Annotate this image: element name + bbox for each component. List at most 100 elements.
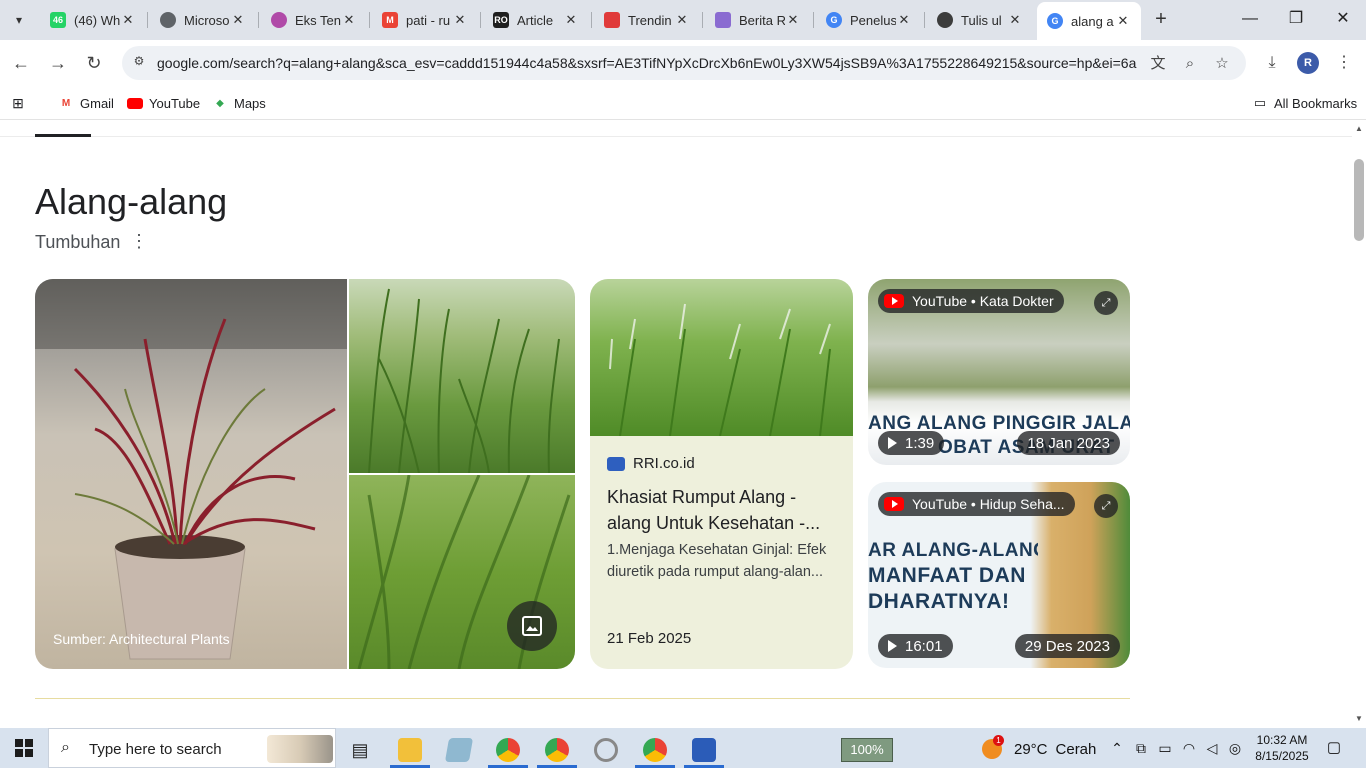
bookmark-maps[interactable]: ◆ Maps xyxy=(212,93,266,113)
file-explorer-icon[interactable] xyxy=(390,732,430,768)
menu-kebab-icon[interactable]: ⋮ xyxy=(1333,52,1355,74)
apps-icon[interactable]: ⊞ xyxy=(10,93,32,113)
tab-article[interactable]: RO Article ✕ xyxy=(483,4,589,36)
back-icon[interactable]: ← xyxy=(8,50,34,76)
tab-tulis[interactable]: Tulis ul ✕ xyxy=(927,4,1033,36)
search-placeholder: Type here to search xyxy=(89,741,222,758)
all-bookmarks[interactable]: ▭ All Bookmarks xyxy=(1252,93,1357,113)
zoom-icon[interactable]: ⌕ xyxy=(1180,54,1200,74)
start-button[interactable] xyxy=(0,728,48,768)
volume-icon[interactable]: ◁ xyxy=(1203,738,1221,758)
app-icon[interactable] xyxy=(586,732,626,768)
tab-eks-ten[interactable]: Eks Ten ✕ xyxy=(261,4,367,36)
chrome-icon[interactable] xyxy=(488,732,528,768)
close-tab-icon[interactable]: ✕ xyxy=(230,12,246,28)
tab-alang-alang-active[interactable]: G alang a ✕ xyxy=(1037,2,1141,40)
app-icon[interactable] xyxy=(439,732,479,768)
translate-icon[interactable]: 文 xyxy=(1148,54,1168,74)
plant-pot-image[interactable] xyxy=(35,279,347,669)
tab-separator xyxy=(924,12,925,28)
bookmark-gmail[interactable]: M Gmail xyxy=(58,93,114,113)
wifi-icon[interactable]: ◠ xyxy=(1180,738,1198,758)
bookmark-star-icon[interactable]: ☆ xyxy=(1212,54,1232,74)
tab-gmail[interactable]: M pati - ru ✕ xyxy=(372,4,478,36)
divider xyxy=(35,698,1130,699)
close-window-icon[interactable]: ✕ xyxy=(1332,8,1354,30)
entity-type: Tumbuhan xyxy=(35,232,121,252)
ro-icon: RO xyxy=(493,12,509,28)
meet-now-icon[interactable]: ⧉ xyxy=(1132,738,1150,758)
system-icon[interactable]: ◎ xyxy=(1226,738,1244,758)
search-icon: ⌕ xyxy=(61,739,70,756)
image-gallery-icon[interactable] xyxy=(507,601,557,651)
url-text[interactable]: google.com/search?q=alang+alang&sca_esv=… xyxy=(157,55,1137,71)
more-options-icon[interactable]: ⋮ xyxy=(130,232,148,250)
grass-field-image[interactable] xyxy=(349,279,575,474)
chevron-up-icon[interactable]: ⌃ xyxy=(1108,738,1126,758)
tab-berita[interactable]: Berita R ✕ xyxy=(705,4,811,36)
close-tab-icon[interactable]: ✕ xyxy=(563,12,579,28)
tab-title: Berita R xyxy=(739,12,785,28)
new-tab-icon[interactable]: + xyxy=(1150,8,1172,30)
bookmark-label: Maps xyxy=(234,95,266,111)
source-name: RRI.co.id xyxy=(633,455,695,472)
youtube-icon xyxy=(884,294,904,308)
image-gallery[interactable]: Sumber: Architectural Plants xyxy=(35,279,575,669)
gmail-icon: M xyxy=(382,12,398,28)
site-settings-icon[interactable]: ⚙ xyxy=(130,54,148,72)
article-title[interactable]: Khasiat Rumput Alang - alang Untuk Keseh… xyxy=(607,484,842,536)
tab-separator xyxy=(591,12,592,28)
tab-search-icon[interactable]: ▾ xyxy=(6,7,32,33)
expand-icon[interactable]: ⤢ xyxy=(1094,291,1118,315)
weather-badge: 1 xyxy=(993,735,1004,746)
thumbnail-text: MANFAAT DAN xyxy=(868,564,1026,587)
tab-title: Eks Ten xyxy=(295,12,341,28)
chrome-profile-icon[interactable] xyxy=(537,732,577,768)
scroll-up-icon[interactable]: ▲ xyxy=(1355,125,1363,133)
video-card[interactable]: ANG ALANG PINGGIR JALAN OBAT ASAM URAT Y… xyxy=(868,279,1130,465)
video-card[interactable]: AR ALANG-ALANG, MANFAAT DAN DHARATNYA! Y… xyxy=(868,482,1130,668)
word-icon[interactable] xyxy=(684,732,724,768)
tab-strip: ▾ 46 (46) Wh ✕ Microso ✕ Eks Ten ✕ M pat… xyxy=(0,0,1366,40)
task-view-icon[interactable]: ▤ xyxy=(340,732,380,768)
close-tab-icon[interactable]: ✕ xyxy=(785,12,801,28)
tab-trending[interactable]: Trendin ✕ xyxy=(594,4,700,36)
chrome-profile-icon[interactable] xyxy=(635,732,675,768)
page-scrollbar[interactable]: ▲ ▼ xyxy=(1352,121,1366,728)
download-icon[interactable]: ⤓ xyxy=(1261,52,1283,74)
notification-icon[interactable]: ▢ xyxy=(1324,738,1344,758)
image-icon xyxy=(522,616,542,636)
tab-microsoft[interactable]: Microso ✕ xyxy=(150,4,256,36)
tab-whatsapp[interactable]: 46 (46) Wh ✕ xyxy=(40,4,146,36)
scrollbar-thumb[interactable] xyxy=(1354,159,1364,241)
tab-penelusuran[interactable]: G Penelus ✕ xyxy=(816,4,922,36)
battery-icon[interactable]: ▭ xyxy=(1156,738,1174,758)
zoom-indicator[interactable]: 100% xyxy=(841,738,893,762)
close-tab-icon[interactable]: ✕ xyxy=(1007,12,1023,28)
close-tab-icon[interactable]: ✕ xyxy=(674,12,690,28)
expand-icon[interactable]: ⤢ xyxy=(1094,494,1118,518)
article-card[interactable]: RRI.co.id Khasiat Rumput Alang - alang U… xyxy=(590,279,853,669)
article-source[interactable]: RRI.co.id xyxy=(607,455,695,472)
date: 8/15/2025 xyxy=(1255,749,1309,763)
close-tab-icon[interactable]: ✕ xyxy=(452,12,468,28)
globe-icon xyxy=(160,12,176,28)
divider xyxy=(0,136,1352,137)
thumbnail-text: DHARATNYA! xyxy=(868,590,1010,613)
close-tab-icon[interactable]: ✕ xyxy=(341,12,357,28)
play-icon xyxy=(888,640,897,652)
restore-icon[interactable]: ❐ xyxy=(1285,8,1307,30)
scroll-down-icon[interactable]: ▼ xyxy=(1355,715,1363,723)
profile-avatar[interactable]: R xyxy=(1297,52,1319,74)
close-tab-icon[interactable]: ✕ xyxy=(896,12,912,28)
taskbar-search[interactable]: ⌕ Type here to search xyxy=(48,728,336,768)
close-tab-icon[interactable]: ✕ xyxy=(1115,13,1131,29)
clock[interactable]: 10:32 AM 8/15/2025 xyxy=(1250,732,1314,764)
weather-widget[interactable]: 1 29°C Cerah xyxy=(982,735,1096,760)
reload-icon[interactable]: ↻ xyxy=(81,50,107,76)
forward-icon[interactable]: → xyxy=(45,50,71,76)
bookmark-youtube[interactable]: YouTube xyxy=(127,93,200,113)
close-tab-icon[interactable]: ✕ xyxy=(120,12,136,28)
minimize-icon[interactable]: — xyxy=(1239,8,1261,30)
address-bar[interactable]: ⚙ google.com/search?q=alang+alang&sca_es… xyxy=(122,46,1246,80)
